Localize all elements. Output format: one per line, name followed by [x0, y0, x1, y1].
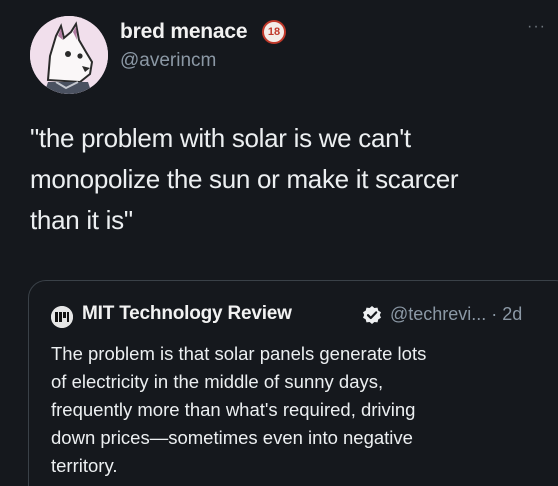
tweet-text: "the problem with solar is we can't mono…: [30, 118, 540, 241]
verified-badge-icon: [362, 305, 382, 325]
quoted-text-line: The problem is that solar panels generat…: [51, 343, 427, 364]
tweet-header: bred menace 18 @averincm ···: [0, 0, 558, 100]
quoted-text-line: frequently more than what's required, dr…: [51, 399, 416, 420]
cartoon-wolf-avatar-icon: [30, 16, 108, 94]
age-badge: 18: [262, 20, 286, 44]
tweet-text-line: monopolize the sun or make it scarcer: [30, 164, 459, 194]
quoted-text-line: down prices—sometimes even into negative: [51, 427, 413, 448]
quoted-text-line: of electricity in the middle of sunny da…: [51, 371, 384, 392]
quoted-tweet-text: The problem is that solar panels generat…: [51, 340, 551, 480]
mit-tr-logo-icon: [51, 306, 73, 328]
tweet-text-line: "the problem with solar is we can't: [30, 123, 411, 153]
handle[interactable]: @averincm: [120, 50, 216, 72]
quoted-author-name[interactable]: MIT Technology Review: [82, 303, 292, 325]
display-name[interactable]: bred menace: [120, 20, 248, 44]
quoted-tweet-card[interactable]: MIT Technology Review @techrevi... · 2d …: [28, 280, 558, 486]
quoted-text-line: territory.: [51, 455, 118, 476]
avatar[interactable]: [30, 16, 108, 94]
quoted-handle-time[interactable]: @techrevi... · 2d: [390, 304, 522, 325]
more-options-icon[interactable]: ···: [527, 18, 546, 36]
tweet-text-line: than it is": [30, 205, 133, 235]
tweet-screen: bred menace 18 @averincm ··· "the proble…: [0, 0, 558, 486]
